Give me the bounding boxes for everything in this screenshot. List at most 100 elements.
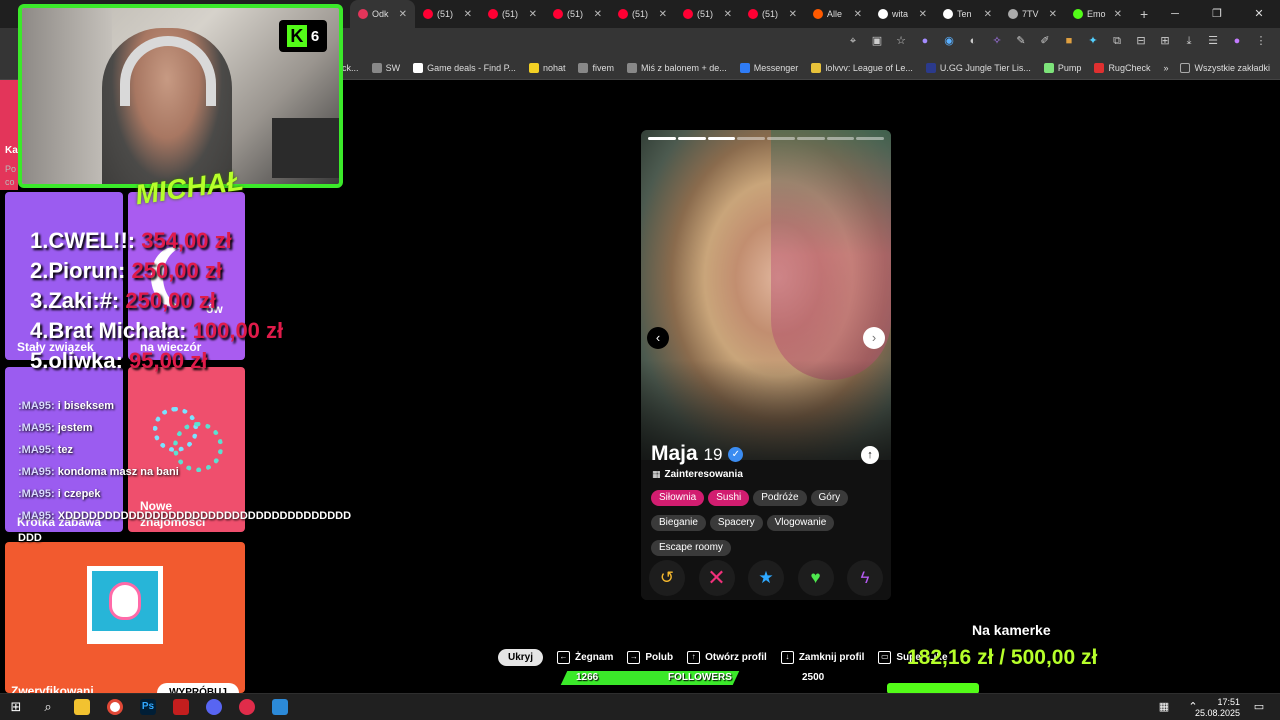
category-card-verified[interactable]: Zweryfikowani WYPRÓBUJ xyxy=(5,542,245,693)
extension-icon[interactable]: ✐ xyxy=(1038,34,1052,48)
super-like-icon[interactable]: ★ xyxy=(748,560,784,596)
browser-tab[interactable]: (51) ✕ xyxy=(415,0,480,28)
tab-close-icon[interactable]: ✕ xyxy=(789,9,797,20)
discord-icon[interactable] xyxy=(206,699,222,715)
menu-icon[interactable]: ⋮ xyxy=(1254,34,1268,48)
try-button[interactable]: WYPRÓBUJ xyxy=(157,683,239,693)
browser-tab[interactable]: Ten ✕ xyxy=(935,0,1000,28)
browser-tab[interactable]: Emo ✕ xyxy=(1065,0,1130,28)
arrow-up-icon[interactable]: ↑ xyxy=(861,446,879,464)
puzzle-icon[interactable]: ⧉ xyxy=(1110,34,1124,48)
app-icon[interactable] xyxy=(173,699,189,715)
bookmark-item[interactable]: nohat xyxy=(528,62,565,73)
extension-icon[interactable]: ● xyxy=(918,34,932,48)
donation-amount: 354,00 zł xyxy=(141,228,232,253)
tab-close-icon[interactable]: ✕ xyxy=(464,9,472,20)
boost-icon[interactable]: ϟ xyxy=(847,560,883,596)
tab-close-icon[interactable]: ✕ xyxy=(919,9,927,20)
profile-avatar-icon[interactable]: ● xyxy=(1230,34,1244,48)
browser-tab[interactable]: wita ✕ xyxy=(870,0,935,28)
tab-close-icon[interactable]: ✕ xyxy=(724,9,732,20)
tab-close-icon[interactable]: ✕ xyxy=(529,9,537,20)
browser-tab[interactable]: (51) ✕ xyxy=(675,0,740,28)
close-window-icon[interactable]: ✕ xyxy=(1238,0,1280,28)
tab-close-icon[interactable]: ✕ xyxy=(659,9,667,20)
bookmark-item[interactable]: Miś z balonem + de... xyxy=(626,62,727,73)
cast-icon[interactable]: ▣ xyxy=(870,34,884,48)
bookmark-item[interactable]: lolvvv: League of Le... xyxy=(811,62,913,73)
browser-tab[interactable]: (51) ✕ xyxy=(610,0,675,28)
photoshop-icon[interactable]: Ps xyxy=(140,699,156,715)
obs-icon[interactable] xyxy=(239,699,255,715)
bookmark-item[interactable]: Game deals - Find P... xyxy=(413,62,516,73)
location-icon[interactable]: ⌖ xyxy=(846,34,860,48)
photo-progress-segment xyxy=(826,137,855,140)
bookmark-label: Pump xyxy=(1057,62,1082,73)
star-icon[interactable]: ☆ xyxy=(894,34,908,48)
rewind-icon[interactable]: ↺ xyxy=(649,560,685,596)
bookmark-item[interactable]: Messenger xyxy=(739,62,798,73)
bookmark-item[interactable]: fivem xyxy=(578,62,614,73)
minimize-icon[interactable]: ─ xyxy=(1154,0,1196,28)
leaderboard-row: 1.CWEL!!: 354,00 zł xyxy=(30,228,283,258)
tab-close-icon[interactable]: ✕ xyxy=(1114,9,1122,20)
extension-icon[interactable]: ◐ xyxy=(966,34,980,48)
keyboard-icon[interactable]: ▦ xyxy=(1156,699,1172,715)
bookmark-item[interactable]: Pump xyxy=(1043,62,1082,73)
hide-button[interactable]: Ukryj xyxy=(498,649,544,666)
extension-icon[interactable]: ■ xyxy=(1062,34,1076,48)
bookmarks-more-icon[interactable]: » xyxy=(1163,63,1168,73)
bookmark-item[interactable]: SW xyxy=(371,62,400,73)
browser-tab[interactable]: Odk ✕ xyxy=(350,0,415,28)
maximize-icon[interactable]: ❐ xyxy=(1196,0,1238,28)
chevron-right-icon[interactable]: › xyxy=(863,327,885,349)
pen-icon[interactable]: ✎ xyxy=(1014,34,1028,48)
browser-tab[interactable]: Alle ✕ xyxy=(805,0,870,28)
extension-icon[interactable]: ✧ xyxy=(990,34,1004,48)
donation-amount: 95,00 zł xyxy=(129,348,208,373)
windows-start-icon[interactable]: ⊞ xyxy=(8,699,24,715)
tab-close-icon[interactable]: ✕ xyxy=(984,9,992,20)
chevron-left-icon[interactable]: ‹ xyxy=(647,327,669,349)
extension-icon[interactable]: ✦ xyxy=(1086,34,1100,48)
tab-close-icon[interactable]: ✕ xyxy=(854,9,862,20)
browser-tab[interactable]: (51) ✕ xyxy=(740,0,805,28)
chat-username: :MA95: xyxy=(18,488,55,500)
system-clock[interactable]: 17:51 25.08.2025 xyxy=(1195,697,1240,719)
profile-name-line: Maja 19 ✓ xyxy=(651,442,744,466)
interest-tags: Siłownia Sushi Podróże Góry Bieganie Spacery V… xyxy=(651,487,886,562)
app-icon[interactable] xyxy=(272,699,288,715)
all-bookmarks[interactable]: Wszystkie zakładki xyxy=(1180,62,1270,73)
file-explorer-icon[interactable] xyxy=(74,699,90,715)
like-icon[interactable]: ♥ xyxy=(797,560,834,596)
grid-icon: ▦ xyxy=(652,469,661,479)
chat-message: :MA95: i biseksem xyxy=(18,400,348,422)
browser-tab[interactable]: (51) ✕ xyxy=(545,0,610,28)
nope-icon[interactable]: ✕ xyxy=(698,560,735,596)
leaderboard-row: 5.oliwka: 95,00 zł xyxy=(30,348,283,378)
search-icon[interactable]: ⌕ xyxy=(40,699,56,715)
bookmark-item[interactable]: RugCheck xyxy=(1094,62,1150,73)
bookmark-list: lock... SW Game deals - Find P... nohat five… xyxy=(321,62,1163,73)
browser-tab[interactable]: 7TV ✕ xyxy=(1000,0,1065,28)
clock-time: 17:51 xyxy=(1217,697,1240,707)
keyboard-shortcuts-bar: Ukryj ← Żegnam → Polub ↑ Otwórz profil ↓ Zamkni… xyxy=(498,649,948,666)
tab-close-icon[interactable]: ✕ xyxy=(594,9,602,20)
kick-logo-icon: K xyxy=(286,25,307,47)
reading-list-icon[interactable]: ☰ xyxy=(1206,34,1220,48)
chat-message: :MA95: jestem xyxy=(18,422,348,444)
notification-icon[interactable]: ▭ xyxy=(1251,699,1267,715)
tab-favicon-icon xyxy=(423,9,433,19)
extension-icon[interactable]: ◉ xyxy=(942,34,956,48)
tab-close-icon[interactable]: ✕ xyxy=(399,9,407,20)
chrome-icon[interactable] xyxy=(107,699,123,715)
download-icon[interactable]: ⤓ xyxy=(1182,34,1196,48)
browser-tab[interactable]: (51) ✕ xyxy=(480,0,545,28)
profile-card[interactable]: ‹ › Maja 19 ✓ ↑ ▦ Zainteresowania Siłowni… xyxy=(641,130,891,600)
translate-icon[interactable]: ⊞ xyxy=(1158,34,1172,48)
sidebar-icon[interactable]: ⊟ xyxy=(1134,34,1148,48)
photo-progress-segment xyxy=(856,137,884,140)
bookmark-item[interactable]: U.GG Jungle Tier Lis... xyxy=(925,62,1031,73)
bookmark-label: fivem xyxy=(592,62,614,73)
tab-close-icon[interactable]: ✕ xyxy=(1049,9,1057,20)
